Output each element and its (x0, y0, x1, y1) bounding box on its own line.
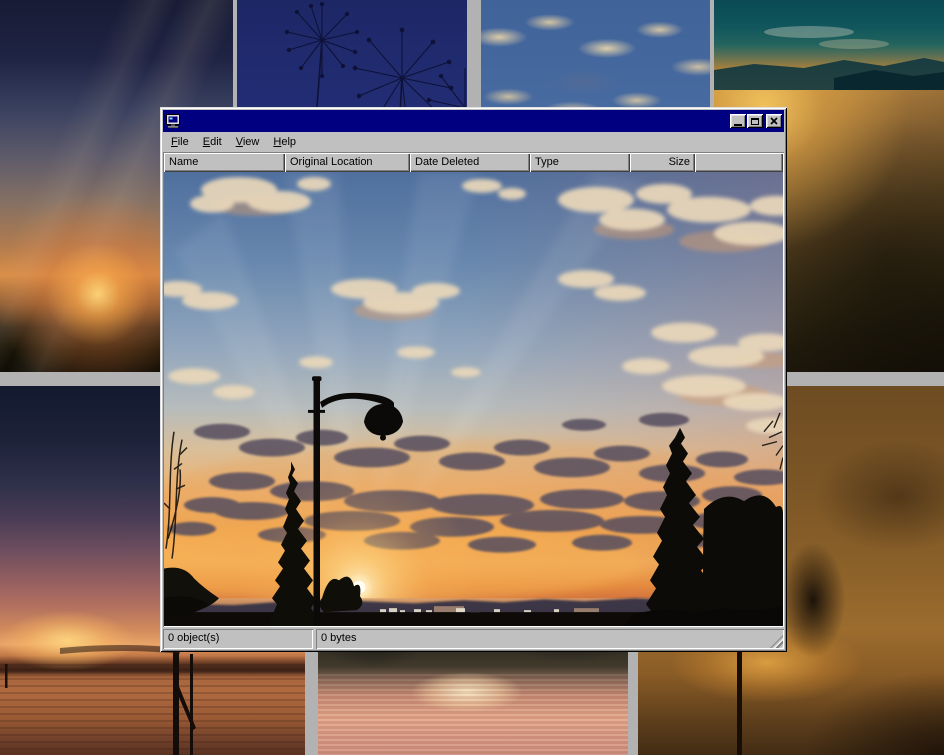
water-ripples (318, 674, 628, 755)
close-button[interactable] (766, 114, 782, 128)
column-header-original-location[interactable]: Original Location (285, 153, 410, 172)
maximize-button[interactable] (747, 114, 763, 128)
minimize-icon (734, 124, 742, 126)
column-header-type[interactable]: Type (530, 153, 630, 172)
list-view: Name Original Location Date Deleted Type… (163, 152, 784, 627)
titlebar[interactable] (163, 110, 784, 132)
menu-edit[interactable]: Edit (196, 134, 229, 150)
column-header-name[interactable]: Name (164, 153, 285, 172)
column-header-size[interactable]: Size (630, 153, 695, 172)
menu-file[interactable]: File (164, 134, 196, 150)
column-header-blank[interactable] (695, 153, 783, 172)
close-icon (770, 117, 778, 125)
maximize-icon (751, 118, 759, 125)
mountain-silhouette-art (714, 0, 944, 90)
menu-view[interactable]: View (229, 134, 267, 150)
menu-help[interactable]: Help (266, 134, 303, 150)
list-client-area[interactable] (164, 172, 783, 626)
recycle-bin-window: File Edit View Help Name Original Locati… (160, 107, 787, 652)
menu-bar: File Edit View Help (163, 132, 784, 152)
minimize-button[interactable] (730, 114, 746, 128)
status-object-count: 0 object(s) (163, 629, 313, 649)
wallpaper-tile-teal-coast (714, 0, 944, 90)
column-header-date-deleted[interactable]: Date Deleted (410, 153, 530, 172)
status-byte-count: 0 bytes (316, 629, 784, 649)
computer-icon[interactable] (165, 113, 181, 129)
street-lamp-sunset-photo (164, 172, 783, 626)
column-header-row: Name Original Location Date Deleted Type… (164, 153, 783, 172)
status-bar: 0 object(s) 0 bytes (163, 629, 784, 649)
